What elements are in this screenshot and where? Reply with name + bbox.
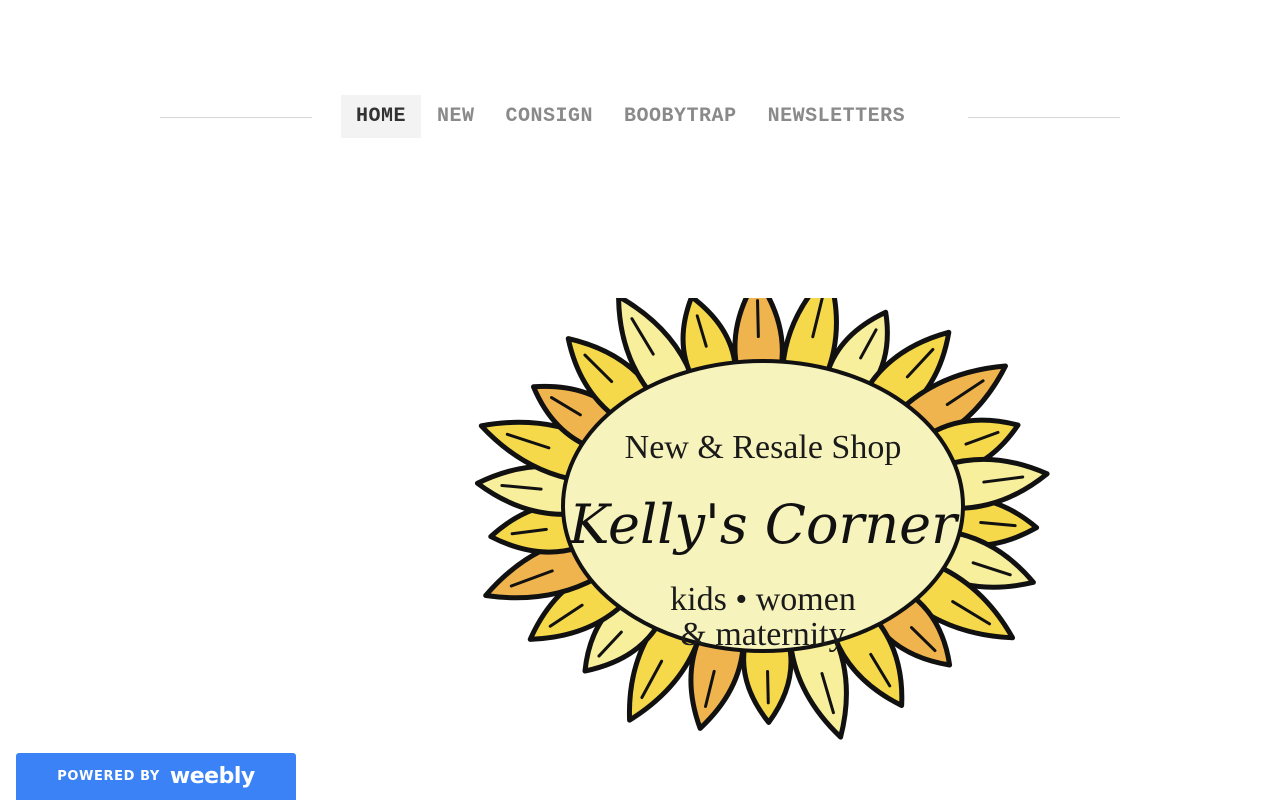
sunflower-logo-graphic: New & Resale Shop Kelly's Corner kids • … xyxy=(474,298,1050,740)
sunflower-petal-vein xyxy=(756,299,760,339)
page: HOME NEW CONSIGN BOOBYTRAP NEWSLETTERS N… xyxy=(0,0,1280,800)
logo-shop-name: Kelly's Corner xyxy=(568,493,960,556)
logo-line-kids-women: kids • women xyxy=(670,581,856,618)
nav-item-home[interactable]: HOME xyxy=(341,95,422,138)
nav-item-consign[interactable]: CONSIGN xyxy=(491,95,609,138)
nav-divider-left xyxy=(160,117,312,118)
nav-menu: HOME NEW CONSIGN BOOBYTRAP NEWSLETTERS xyxy=(341,95,920,138)
nav-item-newsletters[interactable]: NEWSLETTERS xyxy=(753,95,921,138)
kellys-corner-logo: New & Resale Shop Kelly's Corner kids • … xyxy=(470,298,1060,778)
logo-tagline: New & Resale Shop xyxy=(625,429,902,466)
weebly-logo-text: weebly xyxy=(169,764,255,789)
nav-item-boobytrap[interactable]: BOOBYTRAP xyxy=(609,95,752,138)
nav-divider-right xyxy=(968,117,1120,118)
main-navigation: HOME NEW CONSIGN BOOBYTRAP NEWSLETTERS xyxy=(0,95,1280,139)
powered-by-label: POWERED BY xyxy=(57,769,160,784)
powered-by-weebly-badge[interactable]: POWERED BY weebly xyxy=(16,753,296,800)
nav-item-new[interactable]: NEW xyxy=(422,95,490,138)
logo-line-maternity: & maternity xyxy=(680,616,845,653)
sunflower-petal-vein xyxy=(766,669,770,705)
